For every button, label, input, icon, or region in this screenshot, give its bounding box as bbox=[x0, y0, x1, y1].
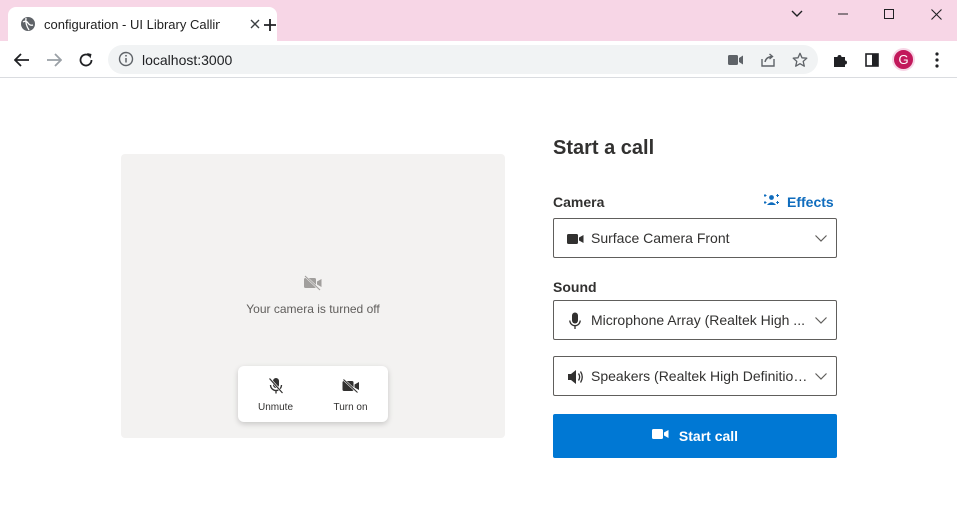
speaker-icon bbox=[566, 368, 584, 386]
tab-search-chevron-icon[interactable] bbox=[787, 4, 807, 24]
sound-label: Sound bbox=[553, 279, 597, 295]
unmute-label: Unmute bbox=[257, 402, 293, 413]
reload-icon[interactable] bbox=[74, 48, 98, 72]
effects-label: Effects bbox=[787, 194, 834, 210]
camera-off-message: Your camera is turned off bbox=[246, 302, 380, 316]
video-camera-icon bbox=[651, 427, 669, 445]
sparkle-person-icon bbox=[764, 193, 779, 211]
chevron-down-icon bbox=[814, 231, 828, 245]
microphone-selected-value: Microphone Array (Realtek High ... bbox=[591, 312, 805, 328]
video-camera-icon bbox=[566, 230, 584, 248]
side-panel-icon[interactable] bbox=[860, 48, 884, 72]
microphone-dropdown[interactable]: Microphone Array (Realtek High ... bbox=[553, 300, 837, 340]
more-options-icon[interactable] bbox=[925, 48, 949, 72]
turn-on-camera-button[interactable]: Turn on bbox=[313, 366, 388, 422]
camera-selected-value: Surface Camera Front bbox=[591, 230, 730, 246]
profile-avatar[interactable]: G bbox=[892, 48, 915, 71]
start-call-button[interactable]: Start call bbox=[553, 414, 837, 458]
minimize-icon[interactable] bbox=[833, 4, 853, 24]
speaker-dropdown[interactable]: Speakers (Realtek High Definition... bbox=[553, 356, 837, 396]
chevron-down-icon bbox=[814, 369, 828, 383]
preview-controls: Unmute Turn on bbox=[238, 366, 388, 422]
new-tab-icon[interactable] bbox=[258, 13, 282, 37]
chevron-down-icon bbox=[814, 313, 828, 327]
unmute-button[interactable]: Unmute bbox=[238, 366, 313, 422]
video-off-icon bbox=[303, 275, 323, 291]
video-off-icon bbox=[342, 377, 360, 395]
microphone-icon bbox=[566, 312, 584, 330]
back-icon[interactable] bbox=[10, 48, 34, 72]
camera-dropdown[interactable]: Surface Camera Front bbox=[553, 218, 837, 258]
forward-icon[interactable] bbox=[42, 48, 66, 72]
bookmark-star-icon[interactable] bbox=[791, 51, 809, 69]
browser-tab[interactable]: configuration - UI Library Calling bbox=[8, 7, 277, 41]
camera-in-use-icon[interactable] bbox=[727, 51, 745, 69]
url-text: localhost:3000 bbox=[142, 52, 233, 68]
camera-label: Camera bbox=[553, 194, 605, 210]
page-title: Start a call bbox=[553, 137, 655, 159]
extensions-icon[interactable] bbox=[828, 48, 852, 72]
share-icon[interactable] bbox=[759, 51, 777, 69]
speaker-selected-value: Speakers (Realtek High Definition... bbox=[591, 368, 809, 384]
info-icon[interactable] bbox=[118, 51, 134, 67]
tab-title: configuration - UI Library Calling bbox=[44, 16, 220, 32]
mic-off-icon bbox=[267, 377, 285, 395]
start-call-label: Start call bbox=[678, 428, 739, 444]
close-window-icon[interactable] bbox=[926, 4, 946, 24]
globe-icon bbox=[20, 16, 36, 32]
address-bar[interactable]: localhost:3000 bbox=[108, 45, 818, 74]
browser-titlebar: configuration - UI Library Calling bbox=[0, 0, 957, 41]
maximize-icon[interactable] bbox=[879, 4, 899, 24]
effects-button[interactable]: Effects bbox=[764, 193, 834, 211]
turn-on-label: Turn on bbox=[333, 402, 368, 413]
browser-toolbar: localhost:3000 G bbox=[0, 41, 957, 78]
local-video-preview: Your camera is turned off Unmute Turn on bbox=[121, 154, 505, 438]
